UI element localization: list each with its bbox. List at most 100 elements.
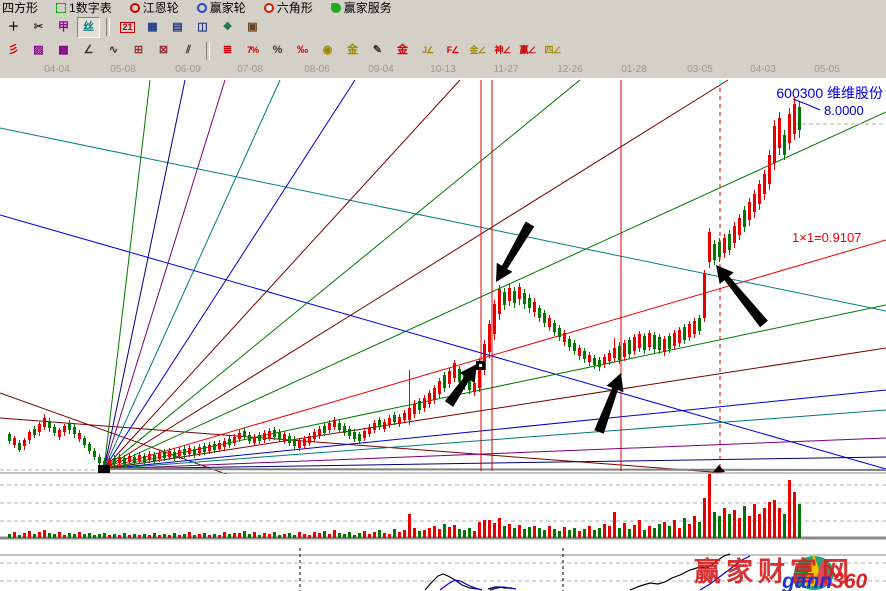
angle-lines-tool[interactable]: ∠	[77, 40, 100, 61]
candle-body	[243, 431, 246, 437]
j-angle-tool[interactable]: J∠	[416, 40, 439, 61]
percent-tool[interactable]: %	[266, 40, 289, 61]
zigzag-tool[interactable]: ∿	[102, 40, 125, 61]
candle-body	[53, 427, 56, 433]
gann-fan-tool[interactable]: 彡	[2, 40, 25, 61]
volume-bar	[203, 533, 206, 538]
percent-strike-tool[interactable]: 7%	[241, 40, 264, 61]
gann-fan-ray[interactable]	[104, 80, 460, 469]
gann-fan-ray[interactable]	[104, 80, 580, 469]
fan-origin-marker[interactable]	[98, 465, 110, 473]
chart-canvas[interactable]	[0, 78, 886, 591]
candle-body	[583, 351, 586, 359]
candle-body	[173, 452, 176, 458]
save-tool[interactable]: ◫	[191, 17, 214, 38]
toolbar-separator	[106, 18, 110, 36]
gann-fan-ray[interactable]	[104, 80, 150, 469]
shen-angle-tool[interactable]: 神∠	[491, 40, 514, 61]
candle-body	[418, 401, 421, 410]
volume-bar	[173, 533, 176, 538]
menu-square-chart-label: 四方形	[2, 0, 38, 16]
volume-bar	[218, 535, 221, 538]
curve-tool[interactable]: 丝	[77, 17, 100, 38]
percent-lines-tool[interactable]: ‰	[291, 40, 314, 61]
menu-gann-wheel[interactable]: 江恩轮	[128, 0, 181, 16]
notepad-tool[interactable]: ▤	[166, 17, 189, 38]
calculator-tool[interactable]: ▦	[141, 17, 164, 38]
volume-bar	[513, 528, 516, 538]
volume-bar	[498, 518, 501, 538]
volume-bar	[398, 532, 401, 538]
gold-underline-tool[interactable]: 金	[391, 40, 414, 61]
candle-body	[293, 439, 296, 446]
f-angle-tool[interactable]: F∠	[441, 40, 464, 61]
computer-tool[interactable]: ▣	[241, 17, 264, 38]
snip-tool[interactable]: ✂	[27, 17, 50, 38]
win-angle-tool[interactable]: 赢∠	[516, 40, 539, 61]
volume-bar	[73, 534, 76, 538]
candle-body	[763, 174, 766, 194]
descending-trend-line[interactable]	[0, 128, 886, 311]
candle-body	[713, 244, 716, 260]
volume-bar	[43, 530, 46, 538]
gann-fan-ray[interactable]	[104, 240, 886, 469]
candle-body	[148, 454, 151, 460]
volume-bar	[798, 504, 801, 538]
candle-body	[578, 348, 581, 356]
gann-fan-ray[interactable]	[104, 410, 886, 469]
volume-bar	[668, 526, 671, 538]
menu-digit-table-icon	[56, 3, 66, 13]
gann-fan-ray[interactable]	[104, 390, 886, 469]
volume-bar	[393, 529, 396, 538]
price-ladder-tool[interactable]: ≣	[216, 40, 239, 61]
descending-trend-line[interactable]	[0, 215, 886, 469]
candle-body	[88, 444, 91, 451]
shape-tool[interactable]: 甲	[52, 17, 75, 38]
gann-fan-ray[interactable]	[104, 457, 886, 469]
menu-hexagon[interactable]: 六角形	[262, 0, 315, 16]
gold-angle-tool[interactable]: 金∠	[466, 40, 489, 61]
calendar-tool-icon: 21	[120, 22, 134, 33]
candle-body	[748, 202, 751, 220]
chart-area[interactable]: 600300 维维股份 8.0000 1×1=0.9107 赢家财富网 gann…	[0, 78, 886, 591]
gann-fan-ray[interactable]	[104, 438, 886, 469]
menu-winner-wheel-icon	[197, 3, 207, 13]
volume-bar	[63, 535, 66, 538]
volume-bar	[533, 526, 536, 538]
gann-fan-ray[interactable]	[104, 469, 886, 470]
menu-hexagon-label: 六角形	[277, 0, 313, 16]
grid-a-tool[interactable]: ⊞	[127, 40, 150, 61]
volume-bar	[743, 506, 746, 538]
date-tick: 12-26	[548, 64, 592, 75]
gann-fan-ray[interactable]	[104, 348, 886, 469]
gold-circle-tool[interactable]: ◉	[316, 40, 339, 61]
gann-box-tool[interactable]: ▨	[27, 40, 50, 61]
volume-bar	[303, 534, 306, 538]
candle-body	[678, 330, 681, 343]
volume-bar	[663, 522, 666, 538]
menu-square-chart[interactable]: 四方形	[0, 0, 40, 16]
volume-bar	[278, 535, 281, 538]
network-tool-icon: ❖	[223, 22, 233, 33]
gann-fan-ray[interactable]	[104, 80, 355, 469]
network-tool[interactable]: ❖	[216, 17, 239, 38]
date-tick: 07-08	[228, 64, 272, 75]
brush-tool[interactable]: ✎	[366, 40, 389, 61]
parallel-lines-tool[interactable]: ⫽	[177, 40, 200, 61]
menu-digit-table[interactable]: 1数字表	[54, 0, 114, 16]
four-angle-tool[interactable]: 四∠	[541, 40, 564, 61]
grid-b-tool[interactable]: ⊠	[152, 40, 175, 61]
gann-grid-tool[interactable]: ▩	[52, 40, 75, 61]
candle-body	[503, 292, 506, 305]
candle-body	[593, 358, 596, 365]
gann-fan-ray[interactable]	[104, 80, 280, 469]
volume-bar	[268, 534, 271, 538]
menu-winner-service[interactable]: 赢家服务	[329, 0, 394, 16]
gold-lines-tool[interactable]: 金	[341, 40, 364, 61]
volume-bar	[433, 526, 436, 538]
gann-fan-ray[interactable]	[104, 80, 185, 469]
candle-body	[238, 433, 241, 439]
menu-winner-wheel[interactable]: 赢家轮	[195, 0, 248, 16]
crosshair-tool[interactable]: ＋	[2, 17, 25, 38]
calendar-tool[interactable]: 21	[116, 17, 139, 38]
